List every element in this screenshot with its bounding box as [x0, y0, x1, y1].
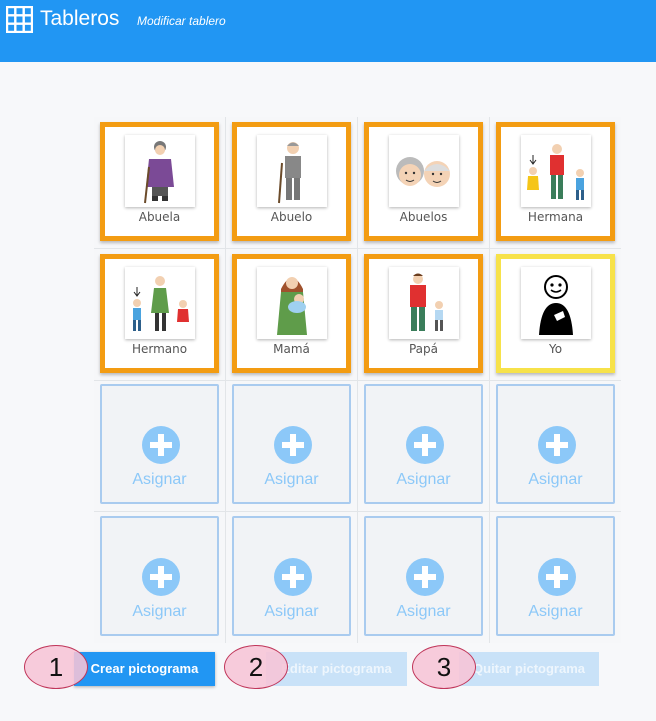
plus-circle-icon — [406, 426, 444, 464]
plus-circle-icon — [406, 558, 444, 596]
page-title: Tableros — [40, 7, 120, 30]
pictogram-label: Yo — [548, 342, 563, 356]
pictogram-abuelos[interactable]: Abuelos — [364, 122, 483, 241]
row-divider — [94, 248, 621, 249]
assign-label: Asignar — [396, 603, 451, 620]
pictogram-abuela[interactable]: Abuela — [100, 122, 219, 241]
sister-icon — [521, 135, 591, 207]
empty-slot[interactable]: Asignar — [232, 516, 351, 636]
pictogram-label: Mamá — [273, 342, 310, 356]
pictogram-label: Abuela — [138, 210, 181, 224]
assign-label: Asignar — [264, 471, 319, 488]
assign-label: Asignar — [528, 471, 583, 488]
grandfather-icon — [257, 135, 327, 207]
annotation-marker-3: 3 — [412, 645, 476, 689]
assign-label: Asignar — [264, 603, 319, 620]
empty-slot[interactable]: Asignar — [364, 384, 483, 504]
brother-icon — [125, 267, 195, 339]
annotation-marker-1: 1 — [24, 645, 88, 689]
pictogram-mama[interactable]: Mamá — [232, 254, 351, 373]
plus-circle-icon — [274, 558, 312, 596]
pictogram-label: Abuelo — [270, 210, 313, 224]
empty-slot[interactable]: Asignar — [100, 516, 219, 636]
grandparents-icon — [389, 135, 459, 207]
plus-circle-icon — [142, 558, 180, 596]
pictogram-label: Hermano — [131, 342, 188, 356]
grandmother-icon — [125, 135, 195, 207]
father-icon — [389, 267, 459, 339]
pictogram-label: Abuelos — [399, 210, 448, 224]
mother-icon — [257, 267, 327, 339]
pictogram-label: Hermana — [527, 210, 584, 224]
modify-board-link[interactable]: Modificar tablero — [137, 14, 226, 28]
plus-circle-icon — [538, 426, 576, 464]
grid-icon[interactable] — [6, 6, 33, 33]
empty-slot[interactable]: Asignar — [496, 384, 615, 504]
assign-label: Asignar — [132, 471, 187, 488]
me-icon — [521, 267, 591, 339]
pictogram-label: Papá — [408, 342, 439, 356]
plus-circle-icon — [142, 426, 180, 464]
row-divider — [94, 511, 621, 512]
empty-slot[interactable]: Asignar — [496, 516, 615, 636]
pictogram-papa[interactable]: Papá — [364, 254, 483, 373]
pictogram-hermano[interactable]: Hermano — [100, 254, 219, 373]
pictogram-abuelo[interactable]: Abuelo — [232, 122, 351, 241]
empty-slot[interactable]: Asignar — [232, 384, 351, 504]
annotation-marker-2: 2 — [224, 645, 288, 689]
assign-label: Asignar — [528, 603, 583, 620]
create-pictogram-button[interactable]: Crear pictograma — [74, 652, 215, 686]
empty-slot[interactable]: Asignar — [364, 516, 483, 636]
plus-circle-icon — [274, 426, 312, 464]
remove-pictogram-button[interactable]: Quitar pictograma — [459, 652, 599, 686]
assign-label: Asignar — [132, 603, 187, 620]
pictogram-hermana[interactable]: Hermana — [496, 122, 615, 241]
pictogram-yo[interactable]: Yo — [496, 254, 615, 373]
row-divider — [94, 380, 621, 381]
assign-label: Asignar — [396, 471, 451, 488]
empty-slot[interactable]: Asignar — [100, 384, 219, 504]
app-header: Tableros Modificar tablero — [0, 0, 656, 62]
plus-circle-icon — [538, 558, 576, 596]
